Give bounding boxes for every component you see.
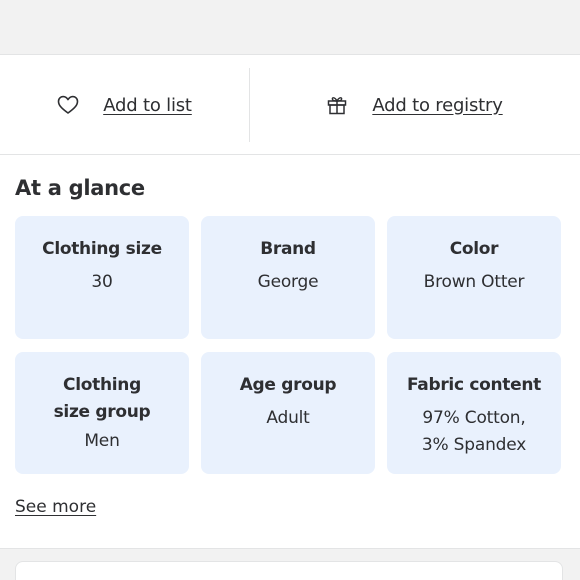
- glance-card-value-line: 3% Spandex: [421, 435, 527, 455]
- add-to-list-label[interactable]: Add to list: [103, 95, 192, 116]
- glance-card-value: 30: [91, 272, 113, 292]
- glance-card-value: George: [257, 272, 319, 292]
- top-band: [0, 0, 580, 55]
- add-to-registry-label[interactable]: Add to registry: [372, 95, 503, 116]
- add-to-registry-button[interactable]: Add to registry: [249, 56, 580, 154]
- glance-card-value: Men: [84, 431, 120, 451]
- see-more-link[interactable]: See more: [15, 497, 96, 517]
- glance-card-key: Brand: [260, 239, 316, 259]
- gift-icon: [326, 94, 348, 116]
- glance-card-key-line: Clothing: [63, 375, 141, 395]
- glance-card-value: Adult: [266, 408, 310, 428]
- glance-card-fabric-content: Fabric content 97% Cotton, 3% Spandex: [387, 352, 561, 474]
- glance-card-age-group: Age group Adult: [201, 352, 375, 474]
- glance-card-key: Age group: [239, 375, 337, 395]
- glance-card-brand: Brand George: [201, 216, 375, 339]
- glance-card-clothing-size: Clothing size 30: [15, 216, 189, 339]
- heart-icon: [57, 94, 79, 116]
- glance-card-value-line: 97% Cotton,: [422, 408, 526, 428]
- at-a-glance-heading: At a glance: [15, 176, 145, 200]
- glance-card-color: Color Brown Otter: [387, 216, 561, 339]
- glance-card-key: Color: [449, 239, 499, 259]
- glance-card-clothing-size-group: Clothing size group Men: [15, 352, 189, 474]
- list-actions-bar: Add to list Add to registry: [0, 56, 580, 155]
- next-section-card: [15, 561, 563, 580]
- add-to-list-button[interactable]: Add to list: [0, 56, 249, 154]
- action-divider: [249, 68, 250, 142]
- glance-card-key: Clothing size: [42, 239, 162, 259]
- glance-card-value: Brown Otter: [423, 272, 525, 292]
- glance-card-key-line: size group: [53, 402, 151, 422]
- glance-card-key: Fabric content: [406, 375, 541, 395]
